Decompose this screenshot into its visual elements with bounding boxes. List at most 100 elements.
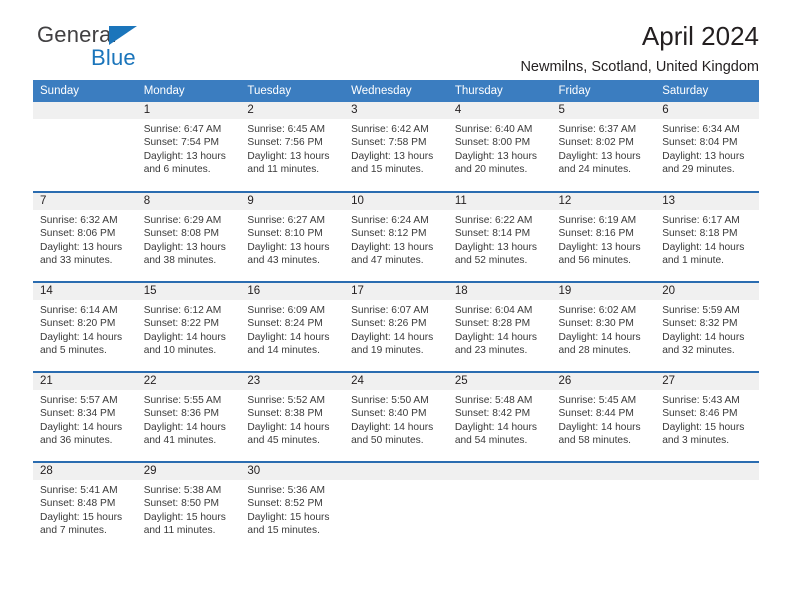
daylight-text: Daylight: 13 hours and 15 minutes. — [351, 150, 434, 176]
sunset-text: Sunset: 8:38 PM — [247, 408, 323, 420]
daylight-text: Daylight: 13 hours and 43 minutes. — [247, 241, 330, 267]
calendar-day[interactable]: 9 Sunrise: 6:27 AM Sunset: 8:10 PM Daylight… — [240, 193, 345, 281]
sunrise-text: Sunrise: 6:17 AM — [662, 215, 740, 226]
calendar-day[interactable]: 3 Sunrise: 6:42 AM Sunset: 7:58 PM Daylight… — [344, 102, 448, 190]
sunrise-text: Sunrise: 6:02 AM — [558, 305, 637, 316]
sunrise-text: Sunrise: 5:43 AM — [662, 395, 740, 406]
daylight-text: Daylight: 13 hours and 47 minutes. — [351, 241, 434, 267]
calendar-day[interactable]: 7 Sunrise: 6:32 AM Sunset: 8:06 PM Daylight… — [33, 193, 137, 281]
day-number: 5 — [551, 102, 656, 119]
sunset-text: Sunset: 8:42 PM — [454, 408, 531, 420]
calendar-day[interactable]: 12 Sunrise: 6:19 AM Sunset: 8:16 PM Dayligh… — [551, 193, 656, 281]
daylight-text: Daylight: 14 hours and 54 minutes. — [454, 421, 537, 447]
day-details: Sunrise: 6:09 AM Sunset: 8:24 PM Daylight:… — [240, 300, 344, 358]
calendar-day[interactable]: 10 Sunrise: 6:24 AM Sunset: 8:12 PM Dayligh… — [344, 193, 448, 281]
calendar-day[interactable]: 29 Sunrise: 5:38 AM Sunset: 8:50 PM Dayligh… — [136, 463, 241, 551]
calendar-day[interactable]: 18 Sunrise: 6:04 AM Sunset: 8:28 PM Dayligh… — [447, 283, 552, 371]
calendar-cell — [344, 461, 448, 552]
brand-logo[interactable]: General Blue — [37, 24, 257, 69]
sunrise-text: Sunrise: 6:47 AM — [143, 124, 222, 135]
calendar-cell — [551, 461, 656, 552]
calendar-week-row: 14 Sunrise: 6:14 AM Sunset: 8:20 PM Dayligh… — [33, 281, 759, 372]
calendar-day[interactable]: 26 Sunrise: 5:45 AM Sunset: 8:44 PM Dayligh… — [551, 373, 656, 461]
daylight-text: Daylight: 15 hours and 3 minutes. — [662, 421, 745, 447]
calendar-day[interactable]: 22 Sunrise: 5:55 AM Sunset: 8:36 PM Dayligh… — [136, 373, 241, 461]
calendar-day[interactable]: 13 Sunrise: 6:17 AM Sunset: 8:18 PM Dayligh… — [655, 193, 759, 281]
calendar-day[interactable]: 28 Sunrise: 5:41 AM Sunset: 8:48 PM Dayligh… — [33, 463, 137, 551]
calendar-day[interactable]: 25 Sunrise: 5:48 AM Sunset: 8:42 PM Dayligh… — [447, 373, 552, 461]
day-number: 24 — [344, 373, 448, 390]
calendar-day[interactable]: 20 Sunrise: 5:59 AM Sunset: 8:32 PM Dayligh… — [655, 283, 759, 371]
sunset-text: Sunset: 8:04 PM — [662, 137, 738, 149]
sunset-text: Sunset: 8:20 PM — [40, 318, 116, 330]
calendar-day[interactable]: 17 Sunrise: 6:07 AM Sunset: 8:26 PM Dayligh… — [344, 283, 448, 371]
calendar-day[interactable]: 21 Sunrise: 5:57 AM Sunset: 8:34 PM Dayligh… — [33, 373, 137, 461]
day-details: Sunrise: 5:57 AM Sunset: 8:34 PM Daylight:… — [33, 390, 137, 448]
sunrise-text: Sunrise: 6:40 AM — [454, 124, 533, 135]
day-details: Sunrise: 5:43 AM Sunset: 8:46 PM Daylight:… — [655, 390, 759, 448]
daylight-text: Daylight: 15 hours and 15 minutes. — [247, 511, 330, 537]
day-details: Sunrise: 6:22 AM Sunset: 8:14 PM Daylight:… — [448, 210, 552, 268]
calendar-day[interactable]: 16 Sunrise: 6:09 AM Sunset: 8:24 PM Dayligh… — [240, 283, 345, 371]
sunrise-text: Sunrise: 6:07 AM — [351, 305, 429, 316]
sunrise-text: Sunrise: 6:27 AM — [247, 215, 325, 226]
day-number: 30 — [240, 463, 345, 480]
calendar-cell: 3 Sunrise: 6:42 AM Sunset: 7:58 PM Daylight… — [344, 102, 448, 192]
daylight-text: Daylight: 14 hours and 1 minute. — [662, 241, 745, 267]
sunset-text: Sunset: 8:34 PM — [40, 408, 116, 420]
sunrise-text: Sunrise: 5:41 AM — [40, 485, 118, 496]
calendar-day[interactable]: 15 Sunrise: 6:12 AM Sunset: 8:22 PM Dayligh… — [136, 283, 241, 371]
calendar-cell: 22 Sunrise: 5:55 AM Sunset: 8:36 PM Dayligh… — [136, 371, 241, 462]
sunset-text: Sunset: 8:00 PM — [454, 137, 531, 149]
calendar-cell: 15 Sunrise: 6:12 AM Sunset: 8:22 PM Dayligh… — [136, 281, 241, 372]
daylight-text: Daylight: 13 hours and 33 minutes. — [40, 241, 123, 267]
daylight-text: Daylight: 15 hours and 11 minutes. — [143, 511, 226, 537]
calendar-day[interactable]: 11 Sunrise: 6:22 AM Sunset: 8:14 PM Dayligh… — [447, 193, 552, 281]
sunrise-text: Sunrise: 6:45 AM — [247, 124, 325, 135]
calendar-day[interactable]: 24 Sunrise: 5:50 AM Sunset: 8:40 PM Dayligh… — [344, 373, 448, 461]
day-number: 18 — [447, 283, 552, 300]
calendar-day[interactable]: 2 Sunrise: 6:45 AM Sunset: 7:56 PM Daylight… — [240, 102, 345, 190]
calendar-day[interactable]: 30 Sunrise: 5:36 AM Sunset: 8:52 PM Dayligh… — [240, 463, 345, 551]
daylight-text: Daylight: 14 hours and 19 minutes. — [351, 331, 434, 357]
day-number — [344, 463, 448, 480]
sunset-text: Sunset: 8:52 PM — [247, 498, 323, 510]
calendar-day[interactable]: 8 Sunrise: 6:29 AM Sunset: 8:08 PM Daylight… — [136, 193, 241, 281]
calendar-day[interactable]: 19 Sunrise: 6:02 AM Sunset: 8:30 PM Dayligh… — [551, 283, 656, 371]
sunset-text: Sunset: 8:12 PM — [351, 228, 427, 240]
daylight-text: Daylight: 14 hours and 41 minutes. — [143, 421, 226, 447]
day-details: Sunrise: 6:47 AM Sunset: 7:54 PM Daylight:… — [137, 119, 241, 177]
calendar-week-row: 21 Sunrise: 5:57 AM Sunset: 8:34 PM Dayligh… — [33, 371, 759, 462]
calendar-day[interactable]: 1 Sunrise: 6:47 AM Sunset: 7:54 PM Daylight… — [136, 102, 241, 190]
day-details: Sunrise: 6:07 AM Sunset: 8:26 PM Daylight:… — [344, 300, 448, 358]
day-number: 16 — [240, 283, 345, 300]
calendar-day[interactable]: 27 Sunrise: 5:43 AM Sunset: 8:46 PM Dayligh… — [655, 373, 759, 461]
daylight-text: Daylight: 14 hours and 45 minutes. — [247, 421, 330, 447]
day-details: Sunrise: 6:12 AM Sunset: 8:22 PM Daylight:… — [137, 300, 241, 358]
calendar-cell: 12 Sunrise: 6:19 AM Sunset: 8:16 PM Dayligh… — [551, 191, 656, 282]
sunset-text: Sunset: 8:30 PM — [558, 318, 634, 330]
sunrise-text: Sunrise: 6:12 AM — [143, 305, 222, 316]
sunrise-text: Sunrise: 6:14 AM — [40, 305, 118, 316]
day-number — [551, 463, 656, 480]
calendar-cell: 13 Sunrise: 6:17 AM Sunset: 8:18 PM Dayligh… — [655, 191, 759, 282]
calendar-cell: 30 Sunrise: 5:36 AM Sunset: 8:52 PM Dayligh… — [240, 461, 345, 552]
calendar-cell: 20 Sunrise: 5:59 AM Sunset: 8:32 PM Dayligh… — [655, 281, 759, 372]
calendar-day[interactable]: 5 Sunrise: 6:37 AM Sunset: 8:02 PM Daylight… — [551, 102, 656, 190]
day-details: Sunrise: 6:29 AM Sunset: 8:08 PM Daylight:… — [137, 210, 241, 268]
calendar-cell — [33, 102, 137, 192]
calendar-day[interactable]: 4 Sunrise: 6:40 AM Sunset: 8:00 PM Daylight… — [447, 102, 552, 190]
day-number: 13 — [655, 193, 759, 210]
sunrise-text: Sunrise: 6:22 AM — [454, 215, 533, 226]
daylight-text: Daylight: 13 hours and 29 minutes. — [662, 150, 745, 176]
day-number: 23 — [240, 373, 345, 390]
calendar-day[interactable]: 23 Sunrise: 5:52 AM Sunset: 8:38 PM Dayligh… — [240, 373, 345, 461]
calendar-cell: 19 Sunrise: 6:02 AM Sunset: 8:30 PM Dayligh… — [551, 281, 656, 372]
daylight-text: Daylight: 14 hours and 32 minutes. — [662, 331, 745, 357]
daylight-text: Daylight: 13 hours and 38 minutes. — [143, 241, 226, 267]
day-details: Sunrise: 6:19 AM Sunset: 8:16 PM Daylight:… — [552, 210, 656, 268]
calendar-day[interactable]: 6 Sunrise: 6:34 AM Sunset: 8:04 PM Daylight… — [655, 102, 759, 190]
day-number: 4 — [447, 102, 552, 119]
calendar-day[interactable]: 14 Sunrise: 6:14 AM Sunset: 8:20 PM Dayligh… — [33, 283, 137, 371]
day-details: Sunrise: 6:34 AM Sunset: 8:04 PM Daylight:… — [655, 119, 759, 177]
